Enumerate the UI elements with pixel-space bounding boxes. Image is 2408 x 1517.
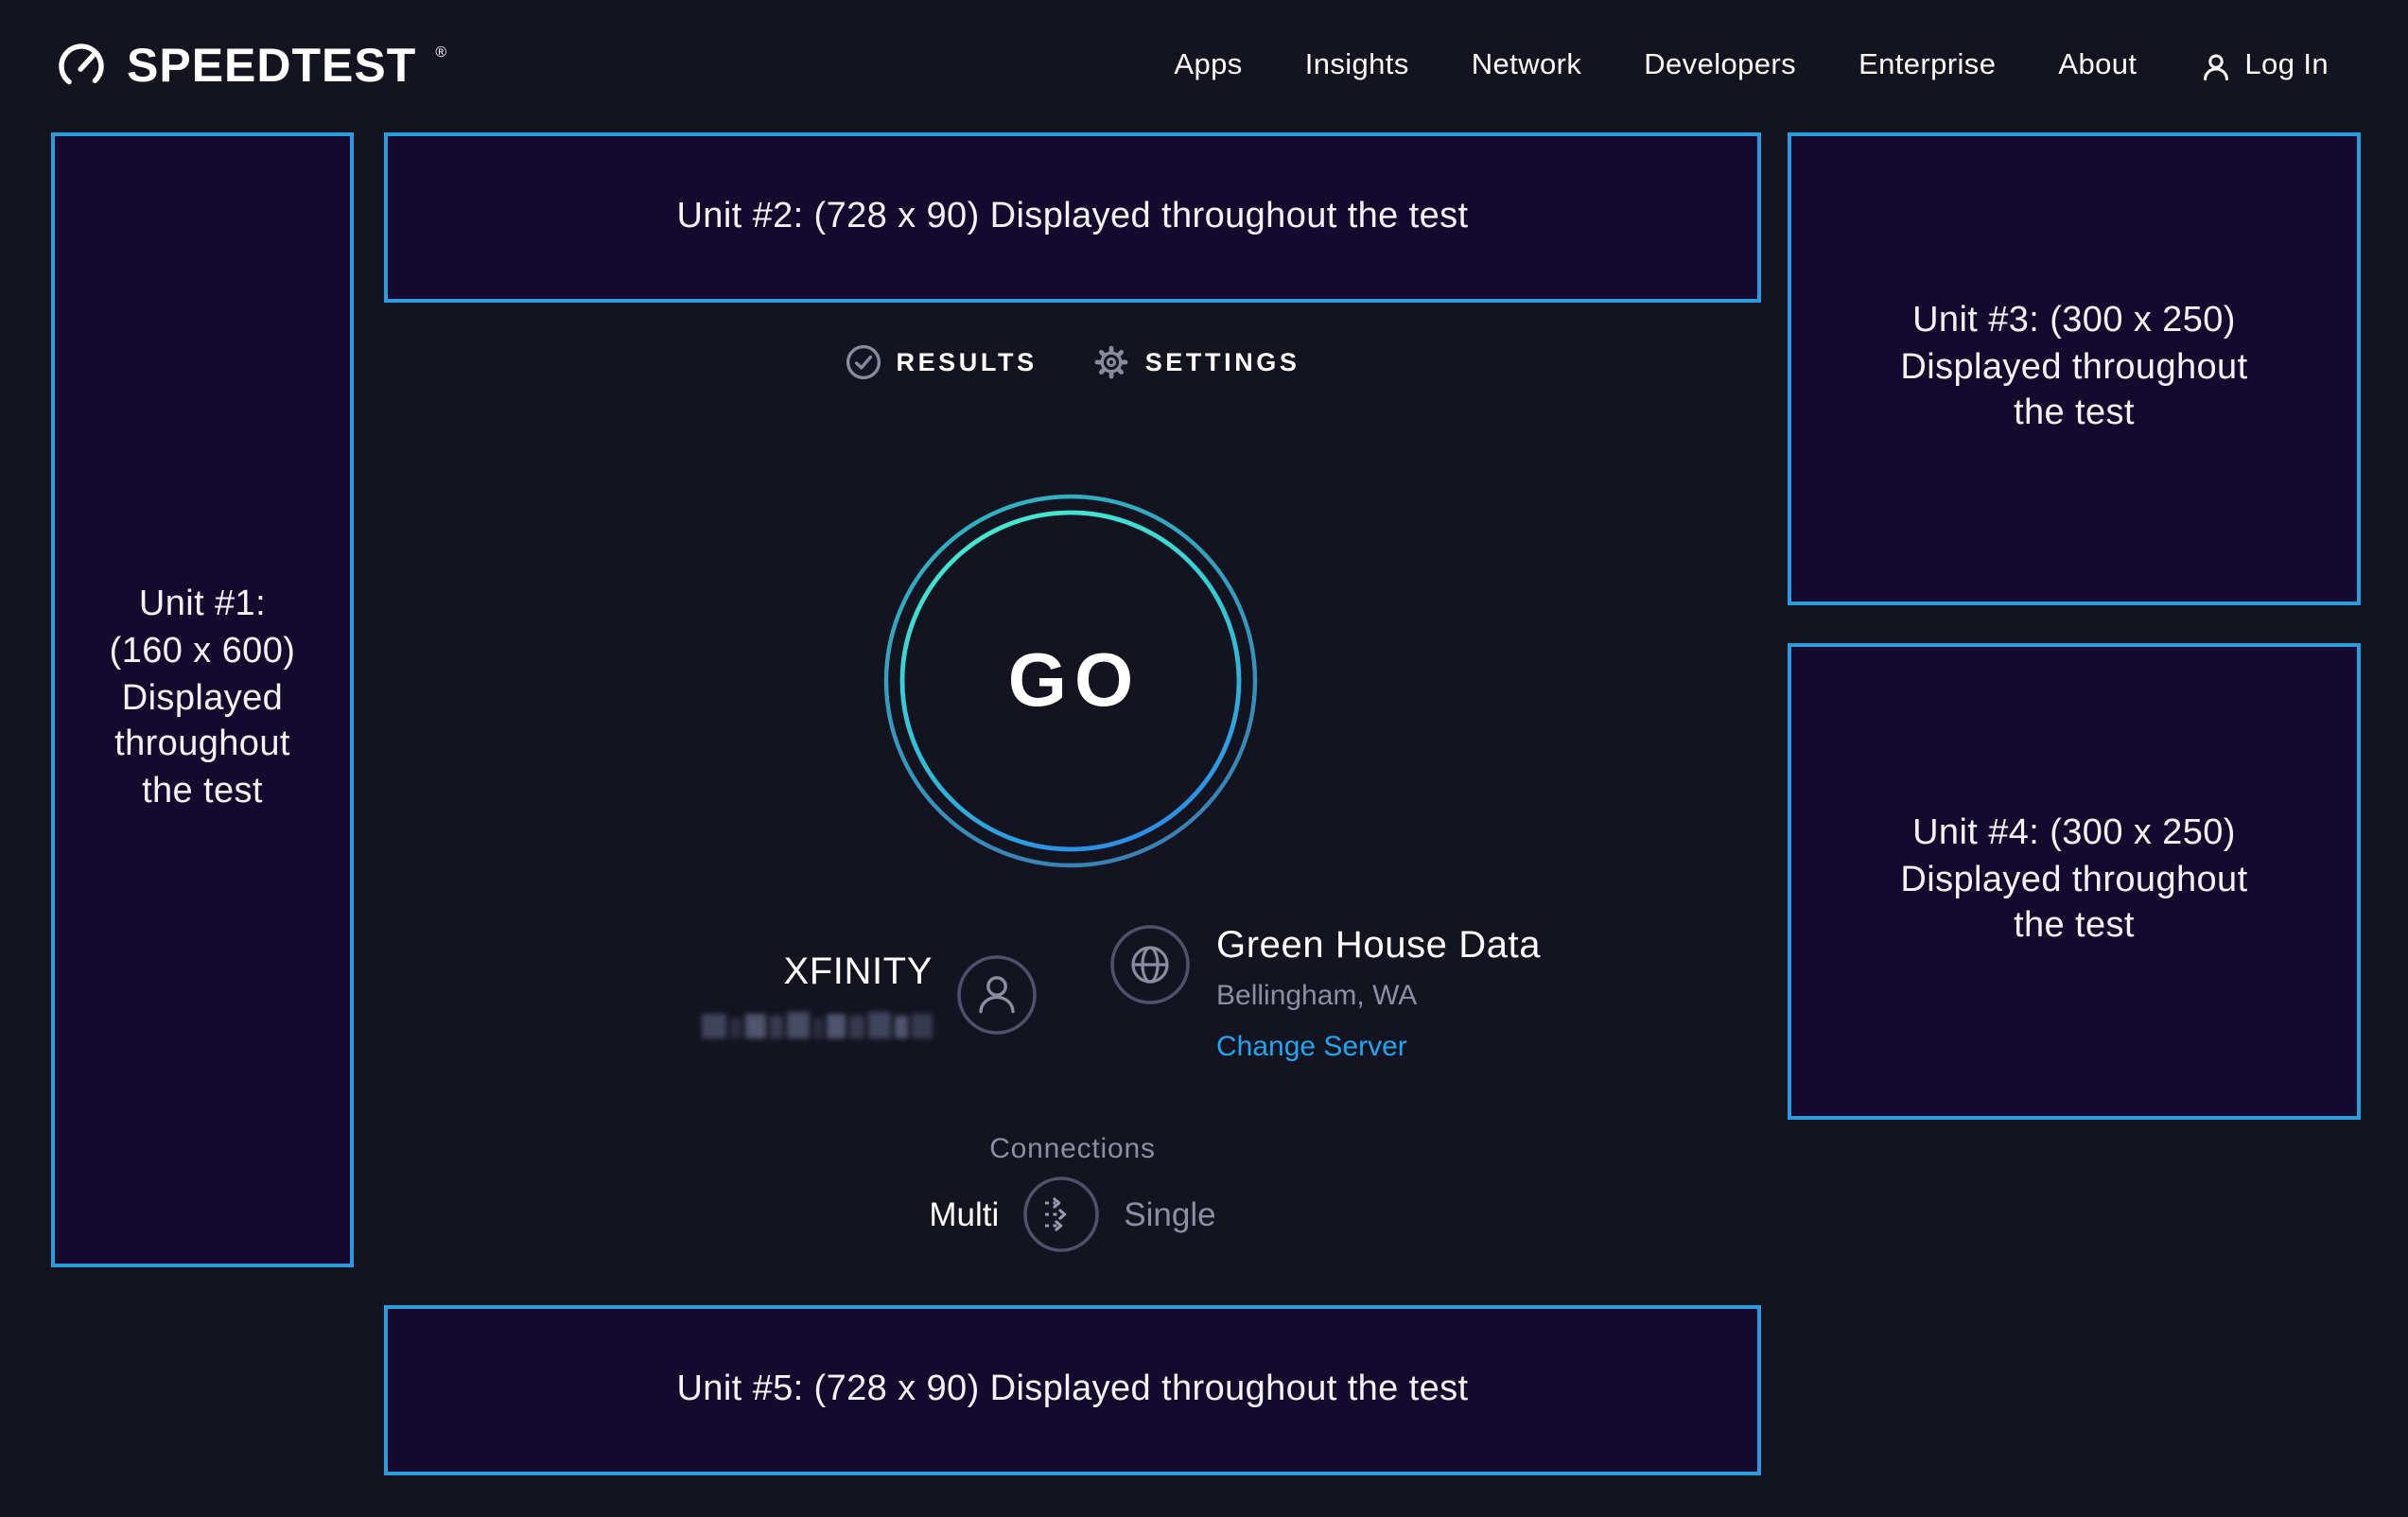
ad-unit-2-text: Unit #2: (728 x 90) Displayed throughout…	[676, 194, 1468, 240]
top-nav: SPEEDTEST ® Apps Insights Network Develop…	[0, 0, 2408, 132]
connections-single-option[interactable]: Single	[1124, 1194, 1215, 1234]
speedtest-gauge-icon	[53, 38, 110, 95]
main-nav: Apps Insights Network Developers Enterpr…	[1174, 49, 2329, 83]
test-meta-row: XFINITY	[384, 925, 1761, 1065]
check-circle-icon	[845, 344, 881, 380]
ad-unit-5-text: Unit #5: (728 x 90) Displayed throughout…	[676, 1367, 1468, 1413]
redacted-ip	[702, 1012, 933, 1038]
trademark-symbol: ®	[435, 43, 446, 60]
ad-unit-1[interactable]: Unit #1: (160 x 600) Displayed throughou…	[51, 132, 354, 1267]
connections-label: Connections	[384, 1133, 1761, 1165]
speedtest-page: SPEEDTEST ® Apps Insights Network Develop…	[0, 0, 2408, 1517]
tab-bar: RESULTS SETTINGS	[384, 344, 1761, 380]
ad-unit-4[interactable]: Unit #4: (300 x 250) Displayed throughou…	[1788, 643, 2361, 1120]
ad-unit-2[interactable]: Unit #2: (728 x 90) Displayed throughout…	[384, 132, 1761, 303]
ad-unit-5[interactable]: Unit #5: (728 x 90) Displayed throughout…	[384, 1305, 1761, 1475]
nav-item-apps[interactable]: Apps	[1174, 49, 1242, 83]
go-label: GO	[881, 492, 1260, 870]
connections-multi-option[interactable]: Multi	[929, 1194, 999, 1234]
tab-settings[interactable]: SETTINGS	[1094, 344, 1300, 380]
globe-icon	[1110, 925, 1190, 1004]
tab-results-label: RESULTS	[896, 348, 1037, 376]
server-name: Green House Data	[1216, 925, 1541, 967]
brand-name: SPEEDTEST	[127, 39, 416, 94]
ad-unit-3-text: Unit #3: (300 x 250) Displayed throughou…	[1900, 299, 2247, 439]
isp-user-icon	[957, 955, 1037, 1035]
nav-item-insights[interactable]: Insights	[1305, 49, 1409, 83]
nav-item-network[interactable]: Network	[1472, 49, 1582, 83]
isp-name: XFINITY	[702, 951, 933, 995]
server-location: Bellingham, WA	[1216, 980, 1541, 1012]
multi-connection-toggle-icon[interactable]	[1023, 1177, 1099, 1252]
connections-toggle-row: Multi Single	[384, 1177, 1761, 1252]
nav-item-developers[interactable]: Developers	[1644, 49, 1796, 83]
login-label: Log In	[2244, 49, 2329, 83]
brand-logo[interactable]: SPEEDTEST ®	[53, 38, 445, 95]
tab-settings-label: SETTINGS	[1145, 348, 1300, 376]
nav-item-enterprise[interactable]: Enterprise	[1858, 49, 1996, 83]
nav-item-login[interactable]: Log In	[2199, 49, 2329, 83]
gear-icon	[1094, 344, 1130, 380]
ad-unit-3[interactable]: Unit #3: (300 x 250) Displayed throughou…	[1788, 132, 2361, 605]
server-block: Green House Data Bellingham, WA Change S…	[1073, 925, 1761, 1065]
nav-item-about[interactable]: About	[2058, 49, 2137, 83]
tab-results[interactable]: RESULTS	[845, 344, 1037, 380]
user-icon	[2199, 50, 2231, 82]
ad-unit-1-text: Unit #1: (160 x 600) Displayed throughou…	[110, 584, 296, 817]
isp-block: XFINITY	[384, 925, 1073, 1065]
ad-unit-4-text: Unit #4: (300 x 250) Displayed throughou…	[1900, 811, 2247, 951]
go-button[interactable]: GO	[881, 492, 1260, 870]
change-server-link[interactable]: Change Server	[1216, 1031, 1407, 1063]
